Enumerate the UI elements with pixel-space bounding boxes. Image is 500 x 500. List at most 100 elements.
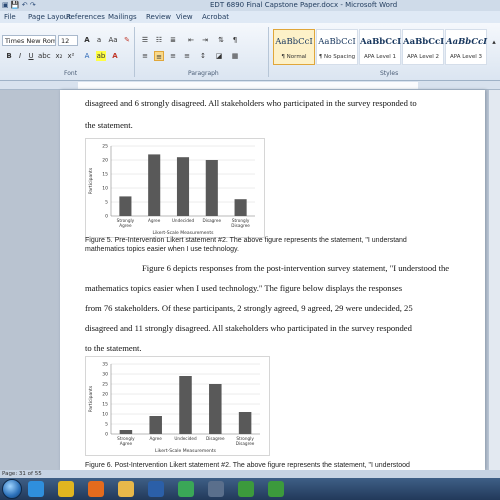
- x-axis-title: Likert-Scale Measurements: [155, 448, 217, 454]
- italic-icon[interactable]: I: [15, 51, 25, 61]
- figure-caption: mathematics topics easier when I use tec…: [85, 246, 239, 253]
- style-sample: AaBbCcI: [360, 37, 402, 47]
- styles-scroll-icon[interactable]: ▴: [489, 37, 499, 47]
- ribbon-tabs: File Page Layout References Mailings Rev…: [0, 11, 500, 23]
- shading-icon[interactable]: ◪: [214, 51, 224, 61]
- x-tick-label: Disagree: [203, 218, 222, 223]
- decrease-indent-icon[interactable]: ⇤: [186, 35, 196, 45]
- sort-icon[interactable]: ⇅: [216, 35, 226, 45]
- style-apa-level-1[interactable]: AaBbCcI APA Level 1: [359, 29, 401, 65]
- borders-icon[interactable]: ▦: [230, 51, 240, 61]
- y-tick-label: 35: [102, 362, 108, 368]
- x-tick-label: Agree: [120, 441, 133, 446]
- ribbon: Times New Roman 12 A a Aa ✎ B I U abc x₂…: [0, 23, 500, 81]
- quick-access-toolbar[interactable]: ▣ 💾 ↶ ↷: [2, 1, 36, 9]
- tab-view[interactable]: View: [176, 13, 193, 21]
- bold-icon[interactable]: B: [4, 51, 14, 61]
- horizontal-ruler[interactable]: [0, 81, 500, 90]
- line-spacing-icon[interactable]: ↕: [198, 51, 208, 61]
- word-taskbar-icon[interactable]: [148, 481, 164, 497]
- style-apa-level-2[interactable]: AaBbCcI APA Level 2: [402, 29, 444, 65]
- highlight-icon[interactable]: ab: [96, 51, 106, 61]
- bar: [148, 154, 161, 216]
- bar: [176, 157, 190, 216]
- font-color-icon[interactable]: A: [110, 51, 120, 61]
- start-button[interactable]: [2, 479, 22, 499]
- bar: [209, 384, 222, 434]
- align-center-icon[interactable]: ≡: [154, 51, 164, 61]
- y-axis-title: Participants: [88, 385, 94, 412]
- body-text-line: disagreed and 6 strongly disagreed. All …: [85, 98, 417, 108]
- style-name: APA Level 3: [449, 54, 482, 60]
- increase-indent-icon[interactable]: ⇥: [200, 35, 210, 45]
- tab-acrobat[interactable]: Acrobat: [202, 13, 229, 21]
- align-left-icon[interactable]: ≡: [140, 51, 150, 61]
- x-tick-label: Disagree: [206, 436, 225, 441]
- bar: [234, 199, 247, 216]
- bar: [238, 412, 252, 434]
- style-sample: AaBbCcI: [446, 37, 488, 47]
- x-tick-label: Undecided: [172, 218, 195, 223]
- align-right-icon[interactable]: ≡: [168, 51, 178, 61]
- y-tick-label: 30: [102, 372, 108, 378]
- y-tick-label: 20: [102, 392, 108, 398]
- style-sample: AaBbCcI: [318, 37, 356, 47]
- y-tick-label: 25: [102, 144, 108, 150]
- clear-format-icon[interactable]: ✎: [122, 35, 132, 45]
- chrome-taskbar-icon[interactable]: [178, 481, 194, 497]
- tab-page-layout[interactable]: Page Layout: [28, 13, 71, 21]
- show-marks-icon[interactable]: ¶: [230, 35, 240, 45]
- title-bar: ▣ 💾 ↶ ↷ EDT 6890 Final Capstone Paper.do…: [0, 0, 500, 11]
- change-case-icon[interactable]: Aa: [108, 35, 118, 45]
- document-page[interactable]: disagreed and 6 strongly disagreed. All …: [60, 90, 485, 470]
- style-normal[interactable]: AaBbCcI ¶ Normal: [273, 29, 315, 65]
- group-label-styles: Styles: [380, 70, 399, 77]
- divider: [268, 27, 269, 77]
- post-intervention-chart: 0 5 10 15 20 25 30 35 Strongly Agree Agree Undecide…: [85, 356, 270, 456]
- group-label-font: Font: [64, 70, 78, 77]
- justify-icon[interactable]: ≡: [182, 51, 192, 61]
- y-axis-title: Participants: [88, 167, 94, 194]
- bullets-icon[interactable]: ☰: [140, 35, 150, 45]
- multilevel-list-icon[interactable]: ≣: [168, 35, 178, 45]
- status-bar: Page: 31 of 55: [0, 470, 500, 478]
- body-text-line: to the statement.: [85, 343, 142, 353]
- body-text-line: mathematics topics easier when I used te…: [85, 283, 403, 293]
- style-name: ¶ No Spacing: [318, 54, 356, 60]
- underline-icon[interactable]: U: [26, 51, 36, 61]
- subscript-icon[interactable]: x₂: [54, 51, 64, 61]
- grow-font-icon[interactable]: A: [82, 35, 92, 45]
- chrome-icon[interactable]: [58, 481, 74, 497]
- strikethrough-icon[interactable]: abc: [38, 51, 51, 61]
- font-name-field[interactable]: Times New Roman: [2, 35, 56, 46]
- font-size-field[interactable]: 12: [58, 35, 78, 46]
- pre-intervention-chart: 0 5 10 15 20 25 Strongly Agree Agree Undecided Dis…: [85, 138, 265, 238]
- firefox-icon[interactable]: [88, 481, 104, 497]
- page-count: Page: 31 of 55: [2, 471, 42, 477]
- style-sample: AaBbCcI: [403, 37, 445, 47]
- x-tick-label: Disagree: [231, 223, 250, 228]
- tab-references[interactable]: References: [66, 13, 105, 21]
- superscript-icon[interactable]: x²: [66, 51, 76, 61]
- x-tick-label: Agree: [119, 223, 132, 228]
- text-effects-icon[interactable]: A: [82, 51, 92, 61]
- taskbar: [0, 478, 500, 500]
- chart-svg: 05101520253035StronglyAgreeAgree Undecide…: [85, 356, 270, 456]
- style-no-spacing[interactable]: AaBbCcI ¶ No Spacing: [316, 29, 358, 65]
- y-tick-label: 25: [102, 382, 108, 388]
- camtasia-recorder-icon[interactable]: [268, 481, 284, 497]
- ie-icon[interactable]: [28, 481, 44, 497]
- media-icon[interactable]: [208, 481, 224, 497]
- shrink-font-icon[interactable]: a: [94, 35, 104, 45]
- x-tick-label: Undecided: [174, 436, 197, 441]
- camtasia-icon[interactable]: [238, 481, 254, 497]
- tab-file[interactable]: File: [4, 13, 16, 21]
- y-tick-label: 10: [102, 412, 108, 418]
- style-apa-level-3[interactable]: AaBbCcI APA Level 3: [445, 29, 487, 65]
- vertical-scrollbar[interactable]: [488, 90, 500, 470]
- numbering-icon[interactable]: ☷: [154, 35, 164, 45]
- tab-review[interactable]: Review: [146, 13, 171, 21]
- folder-icon[interactable]: [118, 481, 134, 497]
- tab-mailings[interactable]: Mailings: [108, 13, 137, 21]
- window-title: EDT 6890 Final Capstone Paper.docx - Mic…: [210, 1, 398, 9]
